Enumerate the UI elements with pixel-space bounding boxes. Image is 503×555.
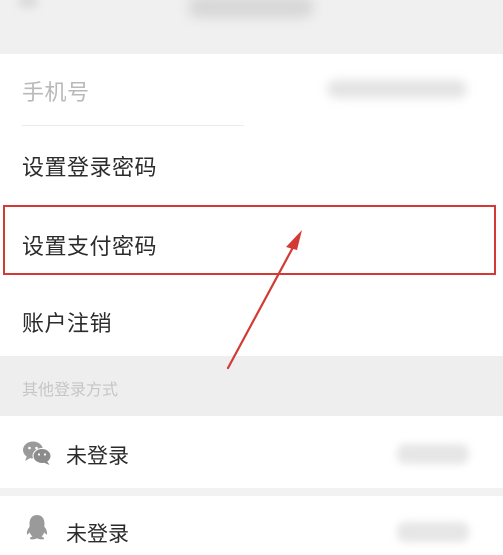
qq-login-status: 未登录 xyxy=(66,522,129,546)
set-login-password-label: 设置登录密码 xyxy=(22,156,158,181)
page-title-blurred xyxy=(188,0,314,18)
qq-bind-action-blurred[interactable] xyxy=(397,522,469,542)
account-cancellation-label: 账户注销 xyxy=(22,312,113,337)
qq-login-row[interactable]: 未登录 xyxy=(0,496,503,555)
account-cancellation-row[interactable]: 账户注销 xyxy=(0,282,503,356)
back-button-blurred[interactable] xyxy=(18,0,38,8)
wechat-login-status: 未登录 xyxy=(66,444,129,468)
wechat-bind-action-blurred[interactable] xyxy=(397,444,469,464)
other-login-section-header: 其他登录方式 xyxy=(0,356,503,416)
phone-number-value-blurred xyxy=(327,80,467,98)
row-divider xyxy=(22,125,244,126)
qq-icon xyxy=(26,515,48,540)
row-separator xyxy=(0,488,503,496)
top-nav-bar xyxy=(0,0,503,54)
section-header-text: 其他登录方式 xyxy=(22,380,119,399)
wechat-login-row[interactable]: 未登录 xyxy=(0,416,503,488)
set-login-password-row[interactable]: 设置登录密码 xyxy=(0,128,503,202)
phone-number-row[interactable]: 手机号 xyxy=(0,54,503,124)
highlight-box xyxy=(3,205,496,275)
wechat-icon xyxy=(23,441,52,465)
phone-number-label: 手机号 xyxy=(22,81,90,106)
